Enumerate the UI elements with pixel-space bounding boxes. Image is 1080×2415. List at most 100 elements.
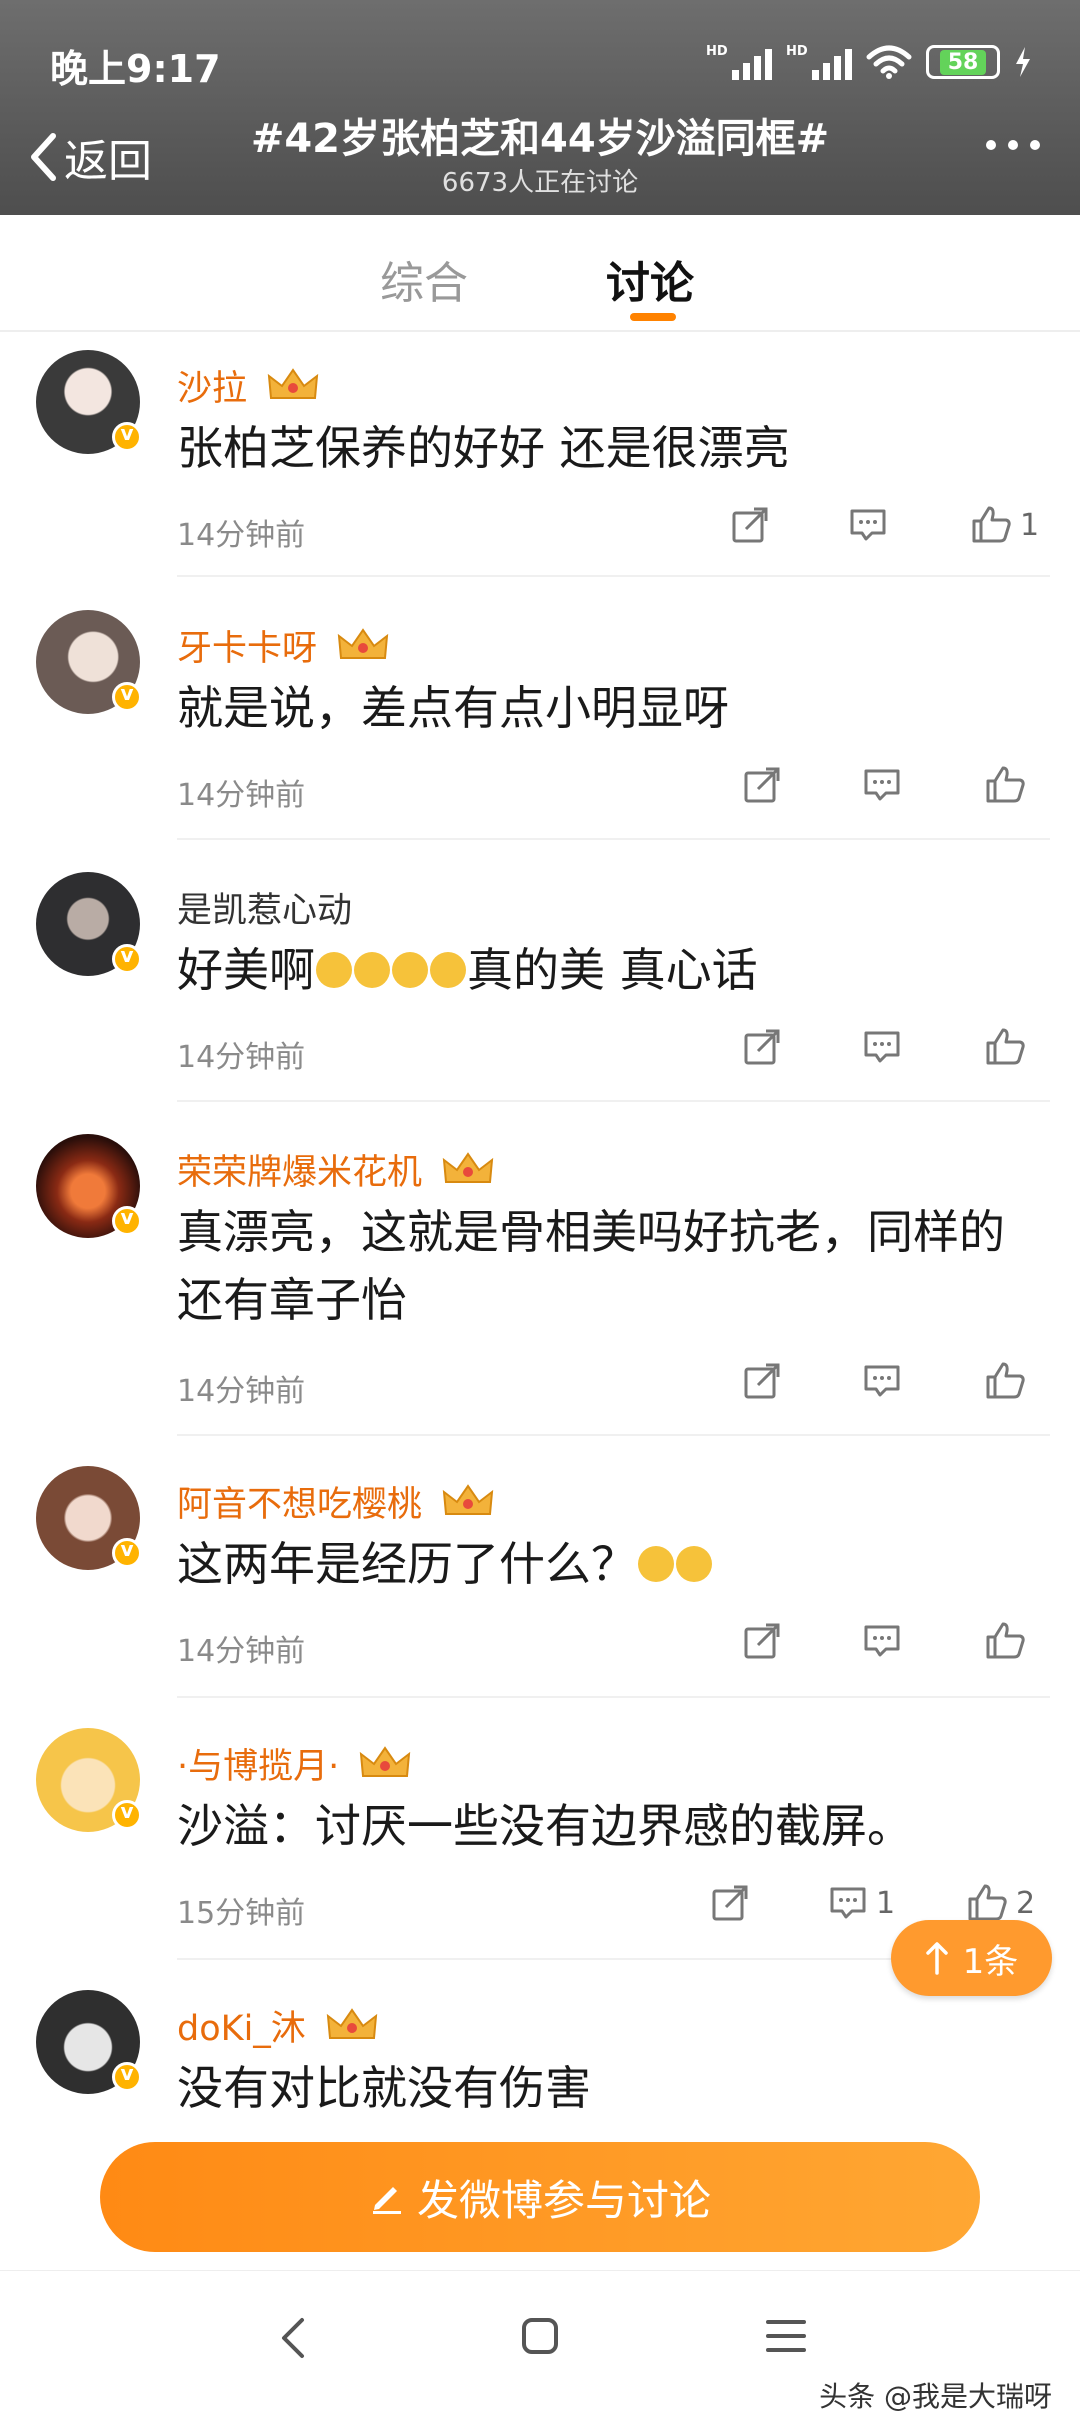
tab-bar: 综合 讨论 xyxy=(0,215,1080,332)
comment-text: 好美啊 真的美 真心话 xyxy=(177,943,758,997)
comment-item: 牙卡卡呀 就是说，差点有点小明显呀 14分钟前 xyxy=(0,590,1080,850)
battery-icon: 58 xyxy=(926,45,1000,79)
comment-item: doKi_沐 没有对比就没有伤害 xyxy=(0,1970,1080,2150)
active-tab-indicator xyxy=(630,313,676,321)
share-icon xyxy=(744,1363,780,1399)
wifi-icon xyxy=(866,45,912,79)
share-button[interactable] xyxy=(742,1361,782,1401)
laughing-crying-emoji-icon xyxy=(676,1545,712,1582)
status-icons: HD HD 58 xyxy=(706,40,1032,84)
comment-button[interactable] xyxy=(862,1361,910,1401)
divider xyxy=(177,1696,1050,1698)
thumbs-up-icon xyxy=(968,1884,1007,1921)
like-button[interactable] xyxy=(984,765,1034,805)
share-icon xyxy=(732,507,768,543)
verified-badge-icon xyxy=(112,1205,142,1236)
verified-badge-icon xyxy=(112,943,142,974)
comment-button[interactable] xyxy=(848,505,896,545)
signal-icon-2: HD xyxy=(786,44,852,80)
divider xyxy=(177,838,1050,840)
crying-emoji-icon xyxy=(316,951,352,988)
arrow-up-icon xyxy=(925,1942,948,1975)
nav-home-icon[interactable] xyxy=(520,2316,560,2356)
comment-author[interactable]: 荣荣牌爆米花机 xyxy=(177,1144,494,1195)
tab-discussion[interactable]: 讨论 xyxy=(606,247,694,311)
like-button[interactable] xyxy=(984,1361,1034,1401)
comment-time: 15分钟前 xyxy=(177,1896,306,1931)
verified-badge-icon xyxy=(112,1799,142,1830)
crown-icon xyxy=(267,367,319,399)
share-button[interactable] xyxy=(742,765,782,805)
post-button-label: 发微博参与讨论 xyxy=(416,2175,711,2225)
share-icon xyxy=(712,1885,748,1921)
crown-icon xyxy=(442,1483,494,1515)
comment-item: 沙拉 张柏芝保养的好好 还是很漂亮 14分钟前 1 xyxy=(0,330,1080,585)
divider xyxy=(177,1100,1050,1102)
comment-text: 就是说，差点有点小明显呀 xyxy=(177,681,729,735)
comment-time: 14分钟前 xyxy=(177,1374,306,1409)
nav-back-icon[interactable] xyxy=(278,2316,308,2360)
comment-button[interactable] xyxy=(862,765,910,805)
comment-icon xyxy=(864,1365,900,1397)
comment-text: 这两年是经历了什么？ xyxy=(177,1530,1047,1598)
like-button[interactable] xyxy=(984,1027,1034,1067)
comment-author[interactable]: doKi_沐 xyxy=(177,2000,378,2051)
like-button[interactable]: 2 xyxy=(966,1883,1035,1923)
comment-item: 阿音不想吃樱桃 这两年是经历了什么？ 14分钟前 xyxy=(0,1446,1080,1708)
post-discussion-button[interactable]: 发微博参与讨论 xyxy=(100,2142,980,2252)
comment-time: 14分钟前 xyxy=(177,1634,306,1669)
share-button[interactable] xyxy=(742,1027,782,1067)
share-icon xyxy=(744,767,780,803)
comment-author[interactable]: 阿音不想吃樱桃 xyxy=(177,1476,494,1527)
more-dots-icon[interactable] xyxy=(986,140,1040,150)
share-icon xyxy=(744,1623,780,1659)
comment-icon xyxy=(850,509,886,541)
comment-button[interactable] xyxy=(862,1621,910,1661)
comment-button[interactable]: 1 xyxy=(828,1883,895,1923)
charging-icon xyxy=(1016,47,1030,77)
share-button[interactable] xyxy=(742,1621,782,1661)
comment-item: 是凯惹心动 好美啊真的美 真心话 14分钟前 xyxy=(0,852,1080,1114)
battery-level: 58 xyxy=(939,49,987,75)
comment-icon xyxy=(864,769,900,801)
new-items-button[interactable]: 1条 xyxy=(891,1920,1052,1996)
signal-hd-label-2: HD xyxy=(786,44,808,59)
status-time: 晚上9:17 xyxy=(50,47,221,91)
comment-icon xyxy=(830,1887,866,1919)
signal-hd-label: HD xyxy=(706,44,728,59)
share-button[interactable] xyxy=(730,505,770,545)
tab-overview[interactable]: 综合 xyxy=(380,247,468,311)
comment-icon xyxy=(864,1031,900,1063)
signal-icon: HD xyxy=(706,44,772,80)
laughing-crying-emoji-icon xyxy=(638,1545,674,1582)
comment-text: 沙溢：讨厌一些没有边界感的截屏。 xyxy=(177,1799,913,1853)
comment-author[interactable]: 牙卡卡呀 xyxy=(177,620,389,671)
comment-time: 14分钟前 xyxy=(177,518,306,553)
verified-badge-icon xyxy=(112,421,142,452)
comment-count: 1 xyxy=(876,1885,896,1921)
nav-menu-icon[interactable] xyxy=(766,2316,806,2356)
page-title: #42岁张柏芝和44岁沙溢同框# xyxy=(250,116,830,162)
comment-item: 荣荣牌爆米花机 真漂亮，这就是骨相美吗好抗老，同样的还有章子怡 14分钟前 xyxy=(0,1114,1080,1446)
divider xyxy=(177,575,1050,577)
page-subtitle: 6673人正在讨论 xyxy=(441,168,639,198)
comment-author[interactable]: 是凯惹心动 xyxy=(177,882,352,933)
thumbs-up-icon xyxy=(986,1622,1025,1659)
like-count: 2 xyxy=(1016,1885,1036,1921)
like-button[interactable]: 1 xyxy=(970,505,1039,545)
like-button[interactable] xyxy=(984,1621,1034,1661)
comment-author[interactable]: ·与博揽月· xyxy=(177,1738,411,1789)
comment-button[interactable] xyxy=(862,1027,910,1067)
share-button[interactable] xyxy=(710,1883,750,1923)
crown-icon xyxy=(360,1745,411,1777)
crying-emoji-icon xyxy=(354,951,390,988)
verified-badge-icon xyxy=(112,1537,142,1568)
new-items-label: 1条 xyxy=(962,1941,1019,1982)
like-count: 1 xyxy=(1020,507,1040,543)
comment-text: 真漂亮，这就是骨相美吗好抗老，同样的还有章子怡 xyxy=(177,1205,1005,1327)
comment-author[interactable]: 沙拉 xyxy=(177,360,319,411)
divider xyxy=(177,1434,1050,1436)
verified-badge-icon xyxy=(112,681,142,712)
comment-text: 张柏芝保养的好好 还是很漂亮 xyxy=(177,421,790,475)
verified-badge-icon xyxy=(112,2061,142,2092)
